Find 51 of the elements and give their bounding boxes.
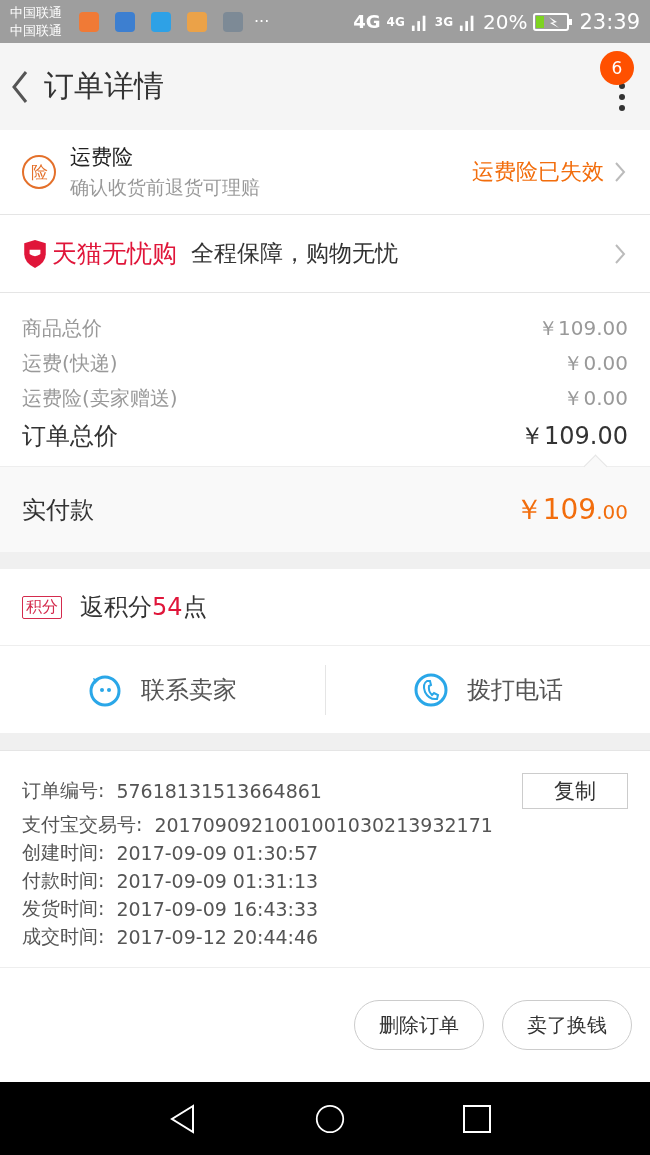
- carrier-name: 中国联通: [10, 21, 62, 40]
- insurance-title: 运费险: [70, 144, 134, 171]
- recents-icon[interactable]: [461, 1103, 492, 1134]
- info-value: 2017-09-09 01:30:57: [116, 842, 319, 864]
- total-label: 订单总价: [22, 421, 118, 452]
- network-label: 3G: [434, 14, 453, 29]
- guarantee-text: 全程保障，购物无忧: [191, 239, 398, 268]
- more-notifications: ···: [254, 12, 270, 31]
- insurance-icon: 险: [22, 155, 56, 189]
- price-value: ￥0.00: [563, 385, 628, 412]
- info-value: 2017-09-09 16:43:33: [116, 898, 319, 920]
- action-button[interactable]: 卖了换钱: [502, 1000, 632, 1050]
- action-button[interactable]: 删除订单: [354, 1000, 484, 1050]
- info-label: 成交时间:: [22, 924, 105, 949]
- back-icon[interactable]: [10, 68, 30, 105]
- price-value: ￥109.00: [538, 315, 628, 342]
- paid-amount: ￥109.00: [514, 491, 628, 528]
- info-label: 创建时间:: [22, 840, 105, 865]
- clock: 23:39: [579, 9, 640, 34]
- price-value: ￥0.00: [563, 350, 628, 377]
- points-tag: 积分: [22, 595, 62, 619]
- chevron-icon: [614, 161, 626, 183]
- price-label: 运费(快递): [22, 350, 118, 377]
- info-label: 订单编号:: [22, 778, 105, 803]
- info-value: 57618131513664861: [116, 780, 322, 802]
- network-label: 4G: [386, 14, 405, 29]
- more-icon[interactable]: [618, 81, 626, 112]
- contact-seller-button[interactable]: 联系卖家: [0, 646, 325, 733]
- info-label: 支付宝交易号:: [22, 812, 143, 837]
- carrier-name: 中国联通: [10, 3, 62, 22]
- shield-icon: [22, 239, 48, 268]
- home-icon[interactable]: [315, 1103, 345, 1134]
- paid-label: 实付款: [22, 494, 94, 526]
- total-value: ￥109.00: [520, 421, 628, 452]
- brand-name: 天猫无忧购: [52, 238, 177, 270]
- notification-badge: 6: [600, 51, 634, 85]
- phone-icon: [412, 671, 449, 708]
- info-value: 2017-09-09 01:31:13: [116, 870, 319, 892]
- price-label: 运费险(卖家赠送): [22, 385, 178, 412]
- info-label: 发货时间:: [22, 896, 105, 921]
- network-label: 4G: [353, 11, 381, 32]
- price-label: 商品总价: [22, 315, 102, 342]
- copy-button[interactable]: 复制: [522, 773, 628, 809]
- info-value: 2017090921001001030213932171: [154, 814, 493, 836]
- info-value: 2017-09-12 20:44:46: [116, 926, 319, 948]
- call-button[interactable]: 拨打电话: [325, 646, 650, 733]
- points-text: 返积分54点: [80, 592, 207, 623]
- insurance-subtitle: 确认收货前退货可理赔: [70, 175, 260, 200]
- info-label: 付款时间:: [22, 868, 105, 893]
- page-title: 订单详情: [44, 67, 164, 105]
- battery-percent: 20%: [483, 9, 528, 34]
